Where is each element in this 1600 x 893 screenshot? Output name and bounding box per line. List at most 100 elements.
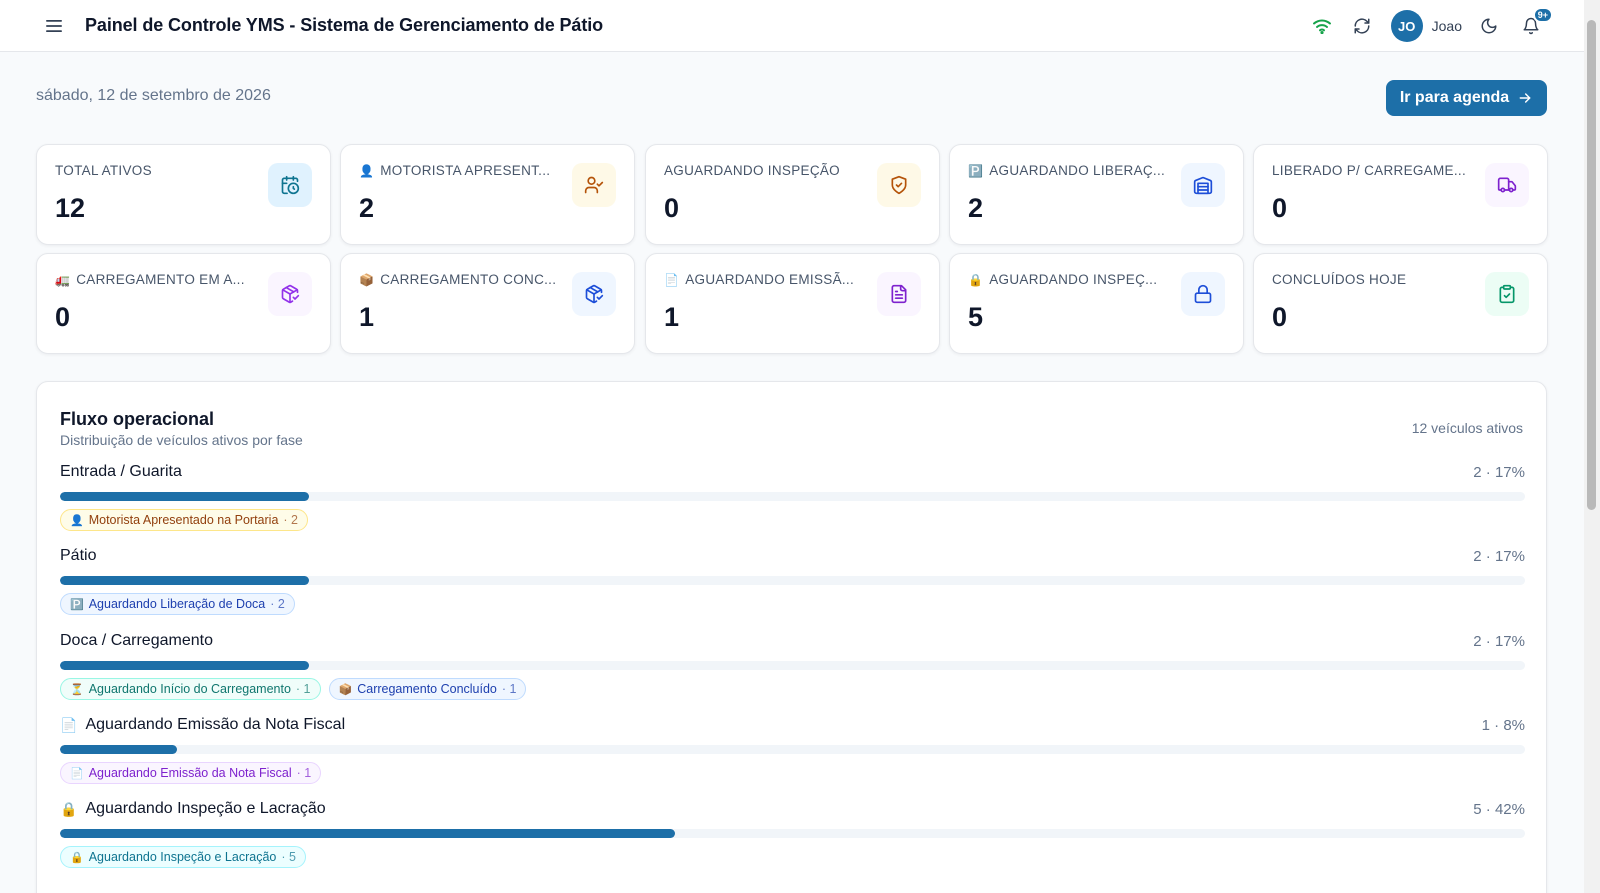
file-text-icon: [877, 272, 921, 316]
flow-phase-name: Entrada / Guarita: [60, 463, 182, 481]
stat-card[interactable]: 📄 AGUARDANDO EMISSÃ... 1: [645, 253, 940, 354]
stat-card[interactable]: 📦 CARREGAMENTO CONC... 1: [340, 253, 635, 354]
stat-card[interactable]: 🅿️ AGUARDANDO LIBERAÇ... 2: [949, 144, 1244, 245]
flow-phase-bar-track: [60, 745, 1525, 754]
current-date: sábado, 12 de setembro de 2026: [36, 87, 271, 104]
flow-phase-chips: 👤 Motorista Apresentado na Portaria · 2: [60, 509, 1525, 531]
status-chip-emoji: 🅿️: [70, 598, 84, 611]
status-chip[interactable]: 🅿️ Aguardando Liberação de Doca · 2: [60, 593, 295, 615]
menu-icon[interactable]: [41, 13, 67, 39]
flow-phase-bar-track: [60, 576, 1525, 585]
flow-phase-stat: 2 · 17%: [1473, 632, 1525, 650]
status-chip-emoji: 📄: [70, 767, 84, 780]
stat-card[interactable]: AGUARDANDO INSPEÇÃO 0: [645, 144, 940, 245]
status-chip-count: · 1: [501, 682, 517, 696]
stat-card-value: 2: [359, 193, 375, 223]
stat-card-emoji: 📦: [359, 272, 375, 287]
stat-card-label: 🅿️ AGUARDANDO LIBERAÇ...: [968, 163, 1165, 178]
status-chip-label: Carregamento Concluído: [357, 682, 497, 696]
status-chip-emoji: 🔒: [70, 851, 84, 864]
status-chip-count: · 2: [270, 597, 285, 611]
stat-card-label: LIBERADO P/ CARREGAME...: [1272, 163, 1466, 178]
stat-card-label: 📦 CARREGAMENTO CONC...: [359, 272, 556, 287]
flow-phase-bar-fill: [60, 745, 178, 754]
flow-phase-stat: 5 · 42%: [1473, 800, 1525, 818]
stat-card-label: 🚛 CARREGAMENTO EM A...: [55, 272, 245, 287]
refresh-icon[interactable]: [1349, 13, 1375, 39]
stat-card-emoji: 🅿️: [968, 163, 984, 178]
moon-icon[interactable]: [1476, 13, 1502, 39]
stat-card-label-text: LIBERADO P/ CARREGAME...: [1272, 163, 1466, 178]
warehouse-icon: [1181, 163, 1225, 207]
agenda-button-label: Ir para agenda: [1399, 89, 1510, 106]
status-chip[interactable]: 📦 Carregamento Concluído · 1: [328, 678, 527, 700]
stat-card-label: 📄 AGUARDANDO EMISSÃ...: [664, 272, 854, 287]
status-chip-label: Aguardando Inspeção e Lacração: [88, 850, 277, 864]
stat-card[interactable]: 🔒 AGUARDANDO INSPEÇ... 5: [949, 253, 1244, 354]
stat-card[interactable]: CONCLUÍDOS HOJE 0: [1253, 253, 1548, 354]
flow-phase-header: Doca / Carregamento 2 · 17%: [60, 631, 1525, 651]
status-chip-count: · 5: [281, 850, 296, 864]
shield-check-icon: [877, 163, 921, 207]
stat-card-label: 👤 MOTORISTA APRESENT...: [359, 163, 550, 178]
status-chip-label: Aguardando Início do Carregamento: [88, 682, 291, 696]
user-check-icon: [572, 163, 616, 207]
flow-phase-name: Pátio: [60, 547, 96, 565]
stat-card-label-text: CARREGAMENTO EM A...: [76, 272, 245, 287]
stat-card[interactable]: LIBERADO P/ CARREGAME... 0: [1253, 144, 1548, 245]
flow-phase-header: 🔒 Aguardando Inspeção e Lacração 5 · 42%: [60, 799, 1525, 819]
bell-icon[interactable]: 9+: [1518, 7, 1553, 39]
stat-card-value: 0: [1272, 193, 1288, 223]
status-chip[interactable]: ⏳ Aguardando Início do Carregamento · 1: [60, 678, 321, 700]
package-check-icon: [572, 272, 616, 316]
package-check-icon: [268, 272, 312, 316]
stat-card-label: AGUARDANDO INSPEÇÃO: [664, 163, 840, 178]
flow-phase: Pátio 2 · 17% 🅿️ Aguardando Liberação de Do…: [60, 546, 1525, 615]
stat-card-value: 0: [1272, 302, 1288, 332]
stat-card[interactable]: TOTAL ATIVOS 12: [36, 144, 331, 245]
status-chip-emoji: 👤: [70, 514, 84, 527]
flow-panel: Fluxo operacional Distribuição de veícul…: [36, 381, 1547, 893]
stat-card-emoji: 🚛: [55, 272, 71, 287]
stat-card-label: 🔒 AGUARDANDO INSPEÇ...: [968, 272, 1157, 287]
scrollbar[interactable]: [1584, 0, 1600, 893]
status-chip-count: · 1: [295, 682, 311, 696]
stat-card-label-text: MOTORISTA APRESENT...: [380, 163, 551, 178]
flow-phase-bar-fill: [60, 661, 310, 670]
stat-card-emoji: 📄: [664, 272, 680, 287]
flow-phase-bar-fill: [60, 829, 676, 838]
flow-phase: 🔒 Aguardando Inspeção e Lacração 5 · 42% 🔒 A…: [60, 799, 1525, 868]
status-chip-label: Aguardando Emissão da Nota Fiscal: [88, 766, 292, 780]
status-chip-emoji: 📦: [338, 683, 353, 696]
stat-card-label-text: AGUARDANDO INSPEÇ...: [989, 272, 1158, 287]
status-chip-label: Motorista Apresentado na Portaria: [88, 513, 279, 527]
stat-card-value: 1: [359, 302, 375, 332]
scrollbar-thumb[interactable]: [1587, 20, 1596, 510]
notification-badge: 9+: [1532, 7, 1553, 23]
stat-card[interactable]: 👤 MOTORISTA APRESENT... 2: [340, 144, 635, 245]
avatar[interactable]: JO: [1390, 10, 1423, 42]
stat-card-value: 0: [55, 302, 71, 332]
agenda-button[interactable]: Ir para agenda: [1386, 80, 1547, 116]
flow-phase-name-text: Entrada / Guarita: [60, 463, 182, 480]
status-chip[interactable]: 👤 Motorista Apresentado na Portaria · 2: [60, 509, 308, 531]
flow-phase-bar-track: [60, 492, 1525, 501]
status-chip[interactable]: 📄 Aguardando Emissão da Nota Fiscal · 1: [60, 762, 322, 784]
flow-title: Fluxo operacional: [60, 409, 215, 429]
calendar-clock-icon: [268, 163, 312, 207]
stat-card[interactable]: 🚛 CARREGAMENTO EM A... 0: [36, 253, 331, 354]
flow-phase-header: Pátio 2 · 17%: [60, 546, 1525, 566]
status-chip-count: · 1: [296, 766, 312, 780]
flow-phase-bar-track: [60, 829, 1525, 838]
top-bar: Painel de Controle YMS - Sistema de Gere…: [0, 0, 1584, 52]
stat-card-emoji: 🔒: [968, 272, 984, 287]
user-name[interactable]: Joao: [1432, 18, 1462, 34]
status-chip[interactable]: 🔒 Aguardando Inspeção e Lacração · 5: [60, 846, 306, 868]
stat-card-value: 1: [664, 302, 680, 332]
stat-card-value: 0: [664, 193, 680, 223]
flow-phase-name: 📄 Aguardando Emissão da Nota Fiscal: [60, 716, 345, 734]
flow-phase-name-text: Aguardando Inspeção e Lacração: [85, 800, 326, 817]
arrow-right-icon: [1519, 93, 1531, 103]
clipboard-check-icon: [1485, 272, 1529, 316]
flow-phase-stat: 2 · 17%: [1473, 463, 1525, 481]
